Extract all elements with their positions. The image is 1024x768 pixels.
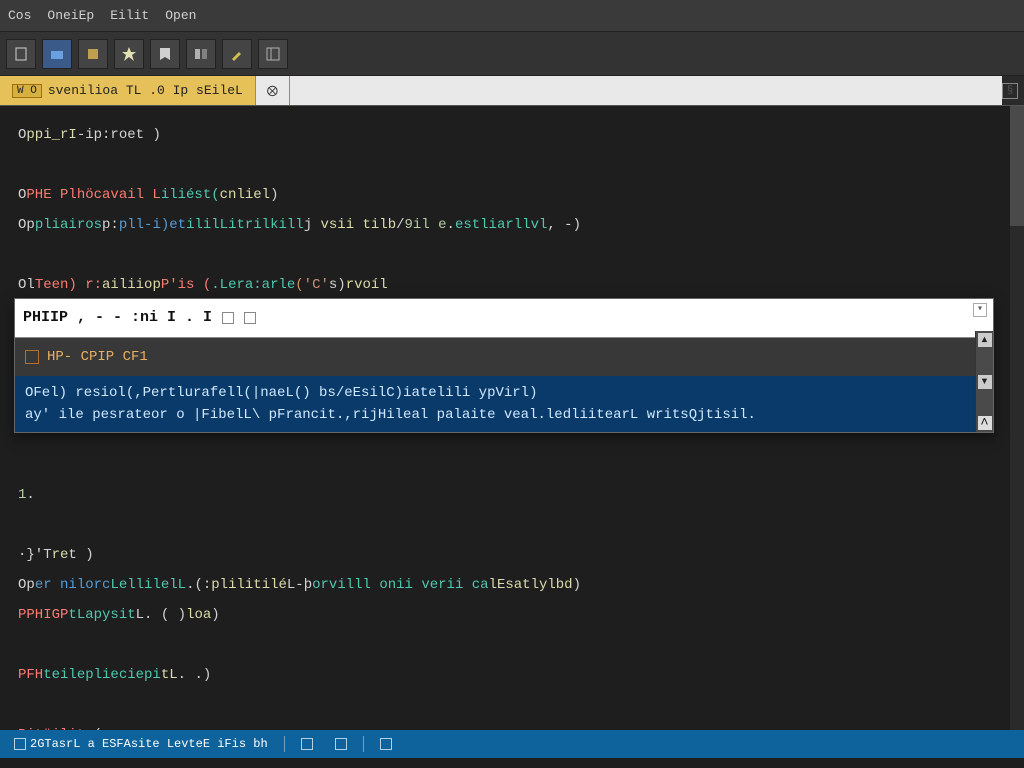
code-line: PPHIGPtLapysitL. ( )loa) [18, 600, 1006, 630]
menu-bar: Cos OneiEp Eilit Open [0, 0, 1024, 32]
toolbar-layout-button[interactable] [258, 39, 288, 69]
code-line [18, 510, 1006, 540]
code-line: Oppliairosp:pll-i)etililLitrilkillj vsii… [18, 210, 1006, 240]
tab-inactive[interactable]: ⨂ [256, 76, 290, 105]
code-line [18, 630, 1006, 660]
status-lang[interactable]: 2GTasrL a ESFAsite LevteE iFis bh [8, 737, 274, 751]
autocomplete-scrollbar[interactable]: ▴ ▾ ˄ [975, 331, 993, 432]
menu-label: Cos [8, 8, 31, 23]
scrollbar-thumb[interactable] [1010, 106, 1024, 226]
code-line: OlTeen) r:ailiiopP'is (.Lera:arle('C's)r… [18, 270, 1006, 300]
status-icon [380, 738, 392, 750]
autocomplete-dropdown-icon[interactable]: ▾ [973, 303, 987, 317]
status-lang-icon [14, 738, 26, 750]
toolbar-open-button[interactable] [42, 39, 72, 69]
autocomplete-doc-line: ay' ile pesrateor o |FibelL\ pFrancit.,r… [25, 404, 983, 426]
menu-label: OneiEp [47, 8, 94, 23]
code-line: Pitäilit (,a [18, 720, 1006, 730]
status-indicator[interactable] [329, 738, 353, 750]
autocomplete-item[interactable]: HP- CPIP CF1 [15, 338, 993, 376]
status-icon [335, 738, 347, 750]
autocomplete-doc-line: OFel) resiol(,Pertlurafell(|naeL() bs/eE… [25, 382, 983, 404]
code-line: 1. [18, 480, 1006, 510]
code-line: ·}'Tret ) [18, 540, 1006, 570]
autocomplete-input[interactable]: PHIIP , - - :ni I . I ▾ [15, 299, 993, 338]
toolbar-panel-button[interactable] [186, 39, 216, 69]
autocomplete-item-label: HP- CPIP CF1 [47, 342, 148, 372]
menu-label: Eilit [110, 8, 149, 23]
status-indicator[interactable] [374, 738, 398, 750]
code-line: Oppi_rI-ip:roet ) [18, 120, 1006, 150]
toolbar-tool-button[interactable] [222, 39, 252, 69]
tabbar-overflow-icon[interactable]: § [1002, 83, 1018, 99]
scroll-close-icon[interactable]: ˄ [978, 416, 992, 430]
tab-active[interactable]: W O svenilioa TL .0 Ip sEileL [0, 76, 256, 105]
status-lang-label: 2GTasrL a ESFAsite LevteE iFis bh [30, 737, 268, 751]
code-line [18, 690, 1006, 720]
code-line [18, 150, 1006, 180]
status-icon [301, 738, 313, 750]
menu-item-1[interactable]: OneiEp [47, 8, 94, 23]
toolbar-new-button[interactable] [6, 39, 36, 69]
tab-spacer [290, 76, 1002, 105]
status-divider [284, 736, 285, 752]
scroll-up-icon[interactable]: ▴ [978, 333, 992, 347]
menu-item-0[interactable]: Cos [8, 8, 31, 23]
status-bar: 2GTasrL a ESFAsite LevteE iFis bh [0, 730, 1024, 758]
toolbar-wizard-button[interactable] [114, 39, 144, 69]
menu-item-2[interactable]: Eilit [110, 8, 149, 23]
tab-badge: W O [12, 84, 42, 98]
code-line: OPHE Plhöcavail Liliést(cnliel) [18, 180, 1006, 210]
autocomplete-selected[interactable]: OFel) resiol(,Pertlurafell(|naeL() bs/eE… [15, 376, 993, 432]
tab-bar: W O svenilioa TL .0 Ip sEileL ⨂ § [0, 76, 1024, 106]
code-line: Oper nilorcLellilelL.(:plilitiléL-þorvil… [18, 570, 1006, 600]
menu-label: Open [165, 8, 196, 23]
status-divider [363, 736, 364, 752]
autocomplete-popup: PHIIP , - - :ni I . I ▾ HP- CPIP CF1 OFe… [14, 298, 994, 433]
autocomplete-chip-icon [244, 312, 256, 324]
toolbar-save-button[interactable] [78, 39, 108, 69]
completion-kind-icon [25, 350, 39, 364]
code-line: PFHteileplieciepitL. .) [18, 660, 1006, 690]
autocomplete-input-text: PHIIP , - - :ni I . I [23, 303, 212, 333]
tab-label: svenilioa TL .0 Ip sEileL [48, 83, 243, 98]
status-indicator[interactable] [295, 738, 319, 750]
autocomplete-chip-icon [222, 312, 234, 324]
toolbar-bookmark-button[interactable] [150, 39, 180, 69]
scroll-down-icon[interactable]: ▾ [978, 375, 992, 389]
code-editor[interactable]: Oppi_rI-ip:roet ) OPHE Plhöcavail Liliést… [0, 106, 1024, 730]
editor-scrollbar[interactable] [1010, 106, 1024, 730]
tab-close-icon[interactable]: ⨂ [267, 84, 278, 98]
code-line [18, 240, 1006, 270]
menu-item-3[interactable]: Open [165, 8, 196, 23]
toolbar [0, 32, 1024, 76]
